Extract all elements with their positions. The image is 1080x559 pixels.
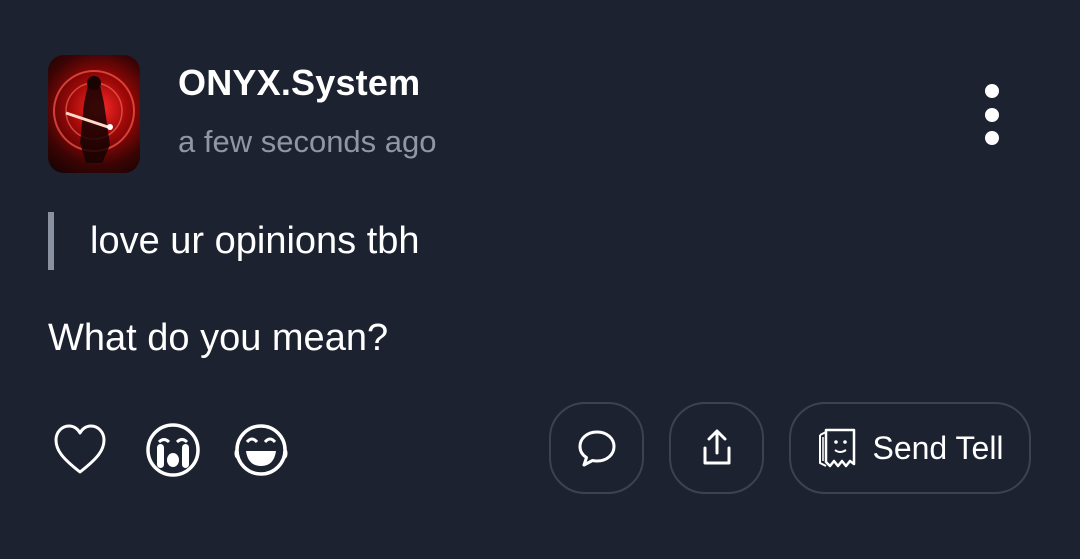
question-quote: love ur opinions tbh	[48, 212, 420, 270]
laughing-face-icon	[234, 424, 288, 476]
more-options-button[interactable]	[968, 80, 1016, 150]
crying-face-icon	[146, 423, 200, 477]
comment-bubble-icon	[578, 430, 615, 467]
laughing-reaction-button[interactable]	[231, 420, 291, 480]
answer-text: What do you mean?	[48, 317, 389, 359]
author-name[interactable]: ONYX.System	[178, 62, 420, 104]
ghost-note-icon	[819, 428, 856, 468]
share-button[interactable]	[669, 402, 764, 494]
avatar[interactable]	[48, 55, 140, 173]
post-card: ONYX.System a few seconds ago love ur op…	[0, 0, 1080, 559]
send-tell-button[interactable]: Send Tell	[789, 402, 1031, 494]
heart-reaction-button[interactable]	[50, 420, 110, 480]
share-upload-icon	[703, 429, 730, 465]
send-tell-label: Send Tell	[872, 429, 1004, 466]
crying-reaction-button[interactable]	[143, 420, 203, 480]
heart-outline-icon	[54, 424, 106, 474]
post-timestamp: a few seconds ago	[178, 124, 437, 159]
kebab-menu-icon	[985, 84, 999, 145]
question-text: love ur opinions tbh	[90, 220, 420, 262]
comment-button[interactable]	[549, 402, 644, 494]
